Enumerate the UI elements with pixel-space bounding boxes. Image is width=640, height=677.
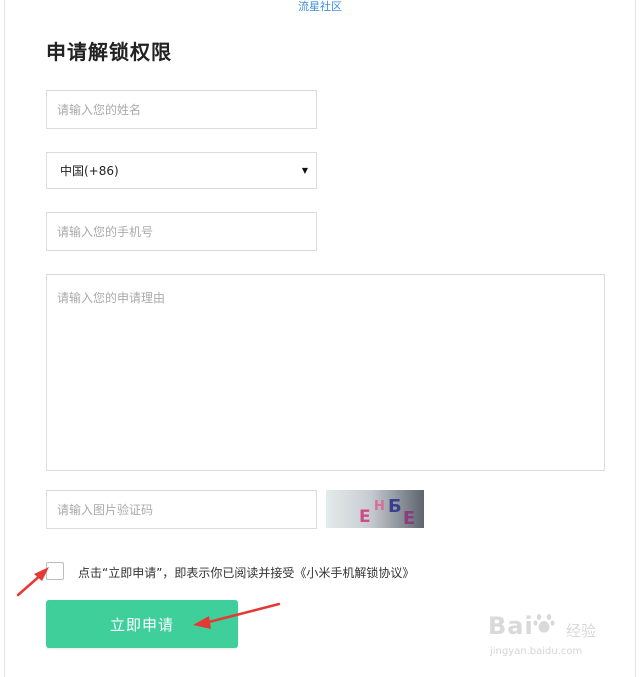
captcha-char-4: E (403, 508, 415, 528)
watermark-brand-url: jingyan.baidu.com (490, 646, 583, 657)
country-code-select[interactable]: 中国(+86) ▼ (46, 152, 317, 189)
captcha-image[interactable]: E H Б E (326, 490, 424, 528)
left-border (4, 0, 5, 677)
captcha-char-1: E (359, 507, 371, 527)
phone-field[interactable] (46, 212, 317, 251)
baidu-watermark: Bai 经验 jingyan.baidu.com (488, 606, 608, 662)
country-code-value: 中国(+86) (60, 164, 119, 178)
chevron-down-icon: ▼ (301, 166, 308, 175)
reason-field[interactable] (46, 274, 605, 471)
page-title: 申请解锁权限 (46, 40, 172, 64)
captcha-char-3: Б (388, 496, 402, 517)
watermark-brand-main: Bai (488, 612, 534, 640)
top-watermark: 流星社区 (298, 0, 342, 13)
agreement-checkbox[interactable] (46, 562, 64, 580)
name-field[interactable] (46, 90, 317, 129)
captcha-field[interactable] (46, 490, 317, 529)
captcha-graphic: E H Б E (326, 490, 424, 528)
right-border (635, 0, 636, 677)
paw-icon (533, 614, 555, 633)
captcha-char-2: H (374, 499, 385, 514)
watermark-brand-cn: 经验 (566, 622, 597, 640)
agreement-text: 点击“立即申请”，即表示你已阅读并接受《小米手机解锁协议》 (78, 566, 415, 580)
submit-button[interactable]: 立即申请 (46, 600, 238, 648)
application-page: 流星社区 申请解锁权限 中国(+86) ▼ E H Б E 点击“立即申请”，即… (0, 0, 640, 677)
annotation-arrow-checkbox (16, 572, 44, 597)
